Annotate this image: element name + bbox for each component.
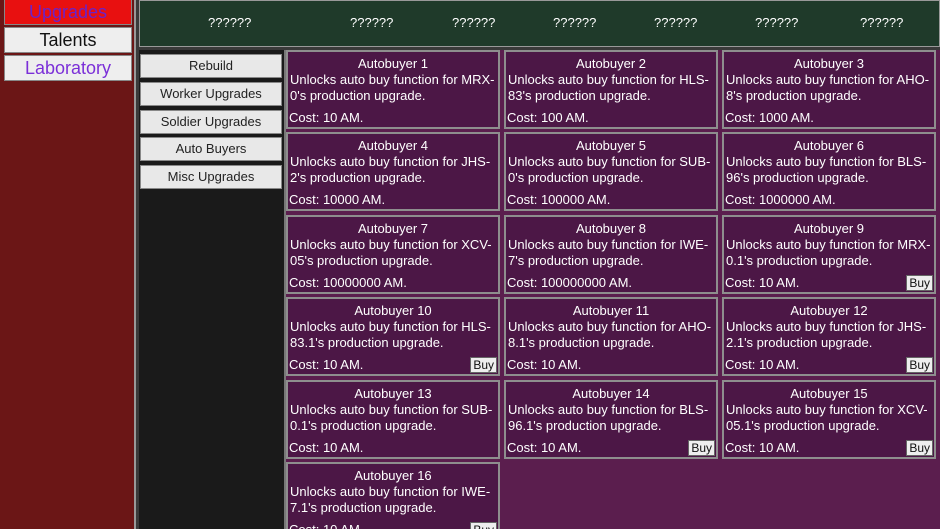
autobuyer-card: Autobuyer 14 Unlocks auto buy function f… [504, 380, 718, 459]
buy-button[interactable]: Buy [906, 275, 933, 291]
autobuyer-description: Unlocks auto buy function for BLS-96.1's… [508, 402, 709, 433]
autobuyer-description: Unlocks auto buy function for MRX-0's pr… [290, 72, 495, 103]
autobuyer-title: Autobuyer 3 [793, 56, 865, 71]
autobuyer-description: Unlocks auto buy function for SUB-0.1's … [290, 402, 493, 433]
autobuyer-card: Autobuyer 7 Unlocks auto buy function fo… [286, 215, 500, 294]
autobuyer-title: Autobuyer 10 [354, 303, 432, 318]
autobuyer-title: Autobuyer 2 [575, 56, 647, 71]
autobuyer-description: Unlocks auto buy function for BLS-96's p… [726, 154, 927, 185]
autobuyer-description: Unlocks auto buy function for IWE-7's pr… [508, 237, 709, 268]
autobuyer-card: Autobuyer 9 Unlocks auto buy function fo… [722, 215, 936, 294]
resource-1: ?????? [208, 15, 252, 30]
autobuyer-description: Unlocks auto buy function for HLS-83.1's… [290, 319, 491, 350]
resource-6: ?????? [755, 15, 799, 30]
autobuyer-cost: Cost: 100000 AM. [507, 192, 611, 207]
autobuyer-cost: Cost: 1000 AM. [725, 110, 814, 125]
autobuyer-card: Autobuyer 12 Unlocks auto buy function f… [722, 297, 936, 376]
nav-laboratory-button[interactable]: Laboratory [4, 55, 132, 81]
nav-talents-button[interactable]: Talents [4, 27, 132, 53]
autobuyer-title: Autobuyer 12 [790, 303, 868, 318]
autobuyer-description: Unlocks auto buy function for IWE-7.1's … [290, 484, 491, 515]
autobuyer-cost: Cost: 10 AM. [289, 522, 363, 529]
autobuyer-card: Autobuyer 15 Unlocks auto buy function f… [722, 380, 936, 459]
autobuyer-cost: Cost: 10 AM. [725, 357, 800, 372]
autobuyer-cost: Cost: 10000 AM. [289, 192, 386, 207]
autobuyer-description: Unlocks auto buy function for JHS-2's pr… [290, 154, 491, 185]
resource-bar: ?????? ?????? ?????? ?????? ?????? ?????… [139, 0, 940, 47]
autobuyer-card: Autobuyer 10 Unlocks auto buy function f… [286, 297, 500, 376]
autobuyer-cost: Cost: 10 AM. [507, 357, 582, 372]
autobuyer-title: Autobuyer 7 [357, 221, 429, 236]
buy-button[interactable]: Buy [470, 522, 497, 529]
worker-upgrades-button[interactable]: Worker Upgrades [140, 82, 282, 106]
nav-upgrades-button[interactable]: Upgrades [4, 0, 132, 25]
autobuyer-card: Autobuyer 11 Unlocks auto buy function f… [504, 297, 718, 376]
autobuyer-cost: Cost: 100 AM. [507, 110, 589, 125]
autobuyer-card: Autobuyer 16 Unlocks auto buy function f… [286, 462, 500, 529]
autobuyer-cost: Cost: 10 AM. [289, 110, 364, 125]
autobuyer-title: Autobuyer 13 [354, 386, 432, 401]
buy-button[interactable]: Buy [906, 440, 933, 456]
autobuyer-card: Autobuyer 5 Unlocks auto buy function fo… [504, 132, 718, 211]
rebuild-button[interactable]: Rebuild [140, 54, 282, 78]
upgrade-submenu: Rebuild Worker Upgrades Soldier Upgrades… [139, 50, 286, 529]
autobuyer-cost: Cost: 10 AM. [725, 275, 800, 290]
autobuyer-title: Autobuyer 1 [357, 56, 429, 71]
autobuyer-cost: Cost: 10000000 AM. [289, 275, 407, 290]
autobuyer-title: Autobuyer 4 [357, 138, 429, 153]
buy-button[interactable]: Buy [906, 357, 933, 373]
resource-5: ?????? [654, 15, 698, 30]
autobuyer-title: Autobuyer 8 [575, 221, 647, 236]
autobuyer-card: Autobuyer 1 Unlocks auto buy function fo… [286, 50, 500, 129]
autobuyer-title: Autobuyer 11 [572, 303, 650, 318]
autobuyer-description: Unlocks auto buy function for XCV-05's p… [290, 237, 492, 268]
autobuyer-cost: Cost: 10 AM. [289, 357, 364, 372]
autobuyer-cost: Cost: 1000000 AM. [725, 192, 836, 207]
autobuyer-title: Autobuyer 15 [790, 386, 868, 401]
autobuyer-description: Unlocks auto buy function for AHO-8's pr… [726, 72, 930, 103]
autobuyer-title: Autobuyer 5 [575, 138, 647, 153]
autobuyer-title: Autobuyer 9 [793, 221, 865, 236]
autobuyer-card: Autobuyer 2 Unlocks auto buy function fo… [504, 50, 718, 129]
autobuyer-title: Autobuyer 6 [793, 138, 865, 153]
autobuyer-description: Unlocks auto buy function for SUB-0's pr… [508, 154, 711, 185]
autobuyer-description: Unlocks auto buy function for MRX-0.1's … [726, 237, 931, 268]
auto-buyers-button[interactable]: Auto Buyers [140, 137, 282, 161]
autobuyer-description: Unlocks auto buy function for XCV-05.1's… [726, 402, 928, 433]
autobuyer-description: Unlocks auto buy function for AHO-8.1's … [508, 319, 712, 350]
soldier-upgrades-button[interactable]: Soldier Upgrades [140, 110, 282, 134]
autobuyer-description: Unlocks auto buy function for JHS-2.1's … [726, 319, 927, 350]
autobuyer-card: Autobuyer 4 Unlocks auto buy function fo… [286, 132, 500, 211]
autobuyer-card: Autobuyer 6 Unlocks auto buy function fo… [722, 132, 936, 211]
resource-2: ?????? [350, 15, 394, 30]
autobuyer-cost: Cost: 10 AM. [507, 440, 582, 455]
autobuyer-description: Unlocks auto buy function for HLS-83's p… [508, 72, 709, 103]
autobuyer-title: Autobuyer 14 [572, 386, 650, 401]
misc-upgrades-button[interactable]: Misc Upgrades [140, 165, 282, 189]
autobuyer-card: Autobuyer 8 Unlocks auto buy function fo… [504, 215, 718, 294]
resource-4: ?????? [553, 15, 597, 30]
autobuyer-title: Autobuyer 16 [354, 468, 432, 483]
resource-3: ?????? [452, 15, 496, 30]
buy-button[interactable]: Buy [470, 357, 497, 373]
autobuyer-grid: Autobuyer 1 Unlocks auto buy function fo… [286, 50, 940, 529]
autobuyer-card: Autobuyer 3 Unlocks auto buy function fo… [722, 50, 936, 129]
left-navigation: Upgrades Talents Laboratory [0, 0, 136, 529]
autobuyer-cost: Cost: 100000000 AM. [507, 275, 633, 290]
autobuyer-card: Autobuyer 13 Unlocks auto buy function f… [286, 380, 500, 459]
autobuyer-cost: Cost: 10 AM. [725, 440, 800, 455]
buy-button[interactable]: Buy [688, 440, 715, 456]
autobuyer-cost: Cost: 10 AM. [289, 440, 364, 455]
resource-7: ?????? [860, 15, 904, 30]
